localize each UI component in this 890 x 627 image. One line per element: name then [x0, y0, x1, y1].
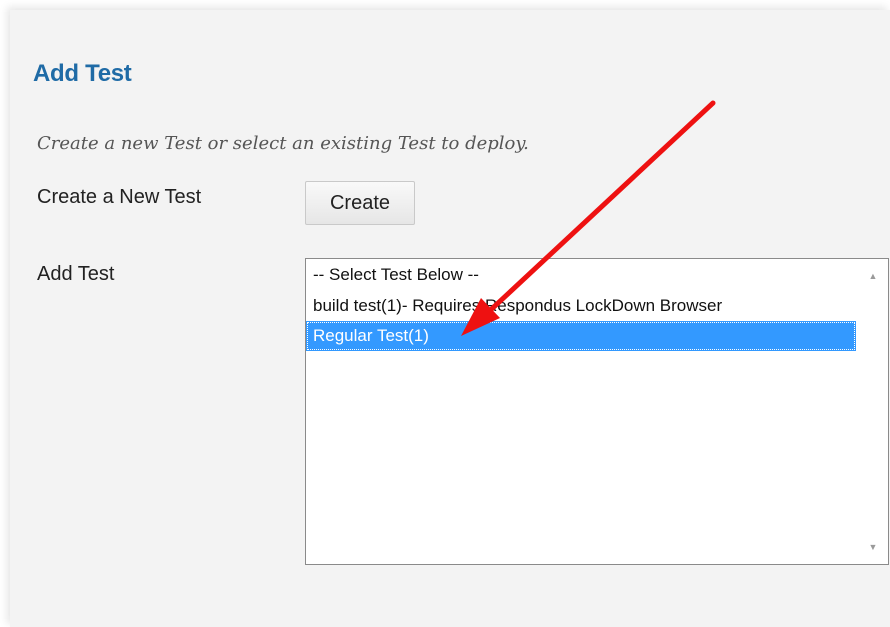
create-button[interactable]: Create — [305, 181, 415, 225]
create-new-test-label: Create a New Test — [37, 186, 202, 208]
list-item-select-placeholder[interactable]: -- Select Test Below -- — [306, 260, 856, 290]
listbox-scrollbar[interactable]: ▲ ▼ — [858, 259, 888, 564]
page-title: Add Test — [33, 60, 132, 87]
list-item-build-test[interactable]: build test(1)- Requires Respondus LockDo… — [306, 291, 856, 321]
scroll-up-arrow-icon[interactable]: ▲ — [858, 265, 888, 287]
list-item-regular-test-selected[interactable]: Regular Test(1) — [306, 321, 856, 351]
instructions-text: Create a new Test or select an existing … — [37, 133, 529, 154]
add-test-label: Add Test — [37, 263, 115, 285]
test-select-listbox[interactable]: -- Select Test Below -- build test(1)- R… — [305, 258, 889, 565]
scroll-down-arrow-icon[interactable]: ▼ — [858, 536, 888, 558]
